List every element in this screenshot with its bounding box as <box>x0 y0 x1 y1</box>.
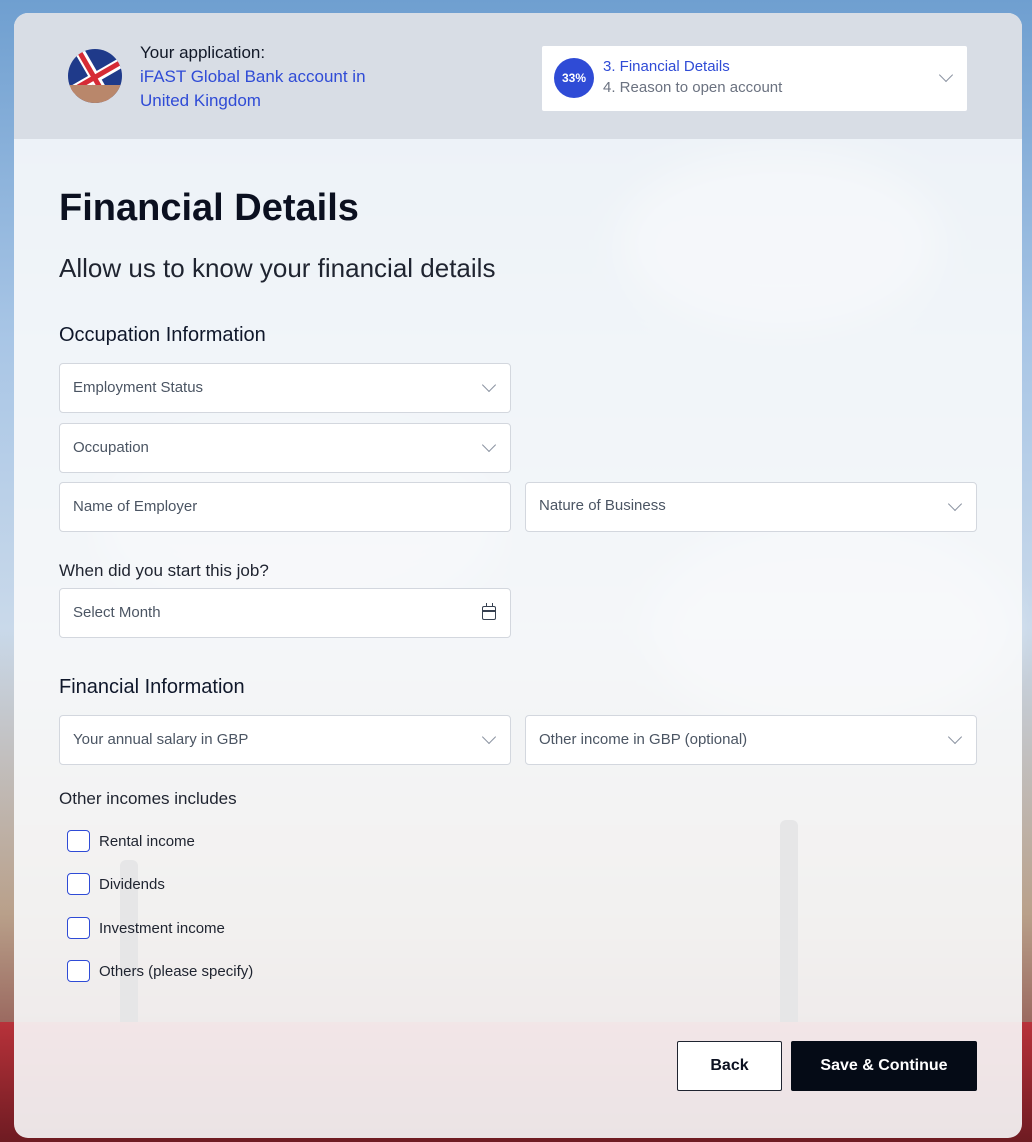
employer-name-placeholder: Name of Employer <box>73 498 198 515</box>
calendar-icon[interactable] <box>482 603 496 620</box>
occupation-placeholder: Occupation <box>73 439 149 456</box>
chevron-down-icon <box>481 437 497 453</box>
checkbox-label: Rental income <box>99 832 195 850</box>
other-income-select[interactable]: Other income in GBP (optional) <box>525 715 977 765</box>
annual-salary-placeholder: Your annual salary in GBP <box>73 731 249 748</box>
occupation-select[interactable]: Occupation <box>59 423 511 473</box>
checkbox-box[interactable] <box>67 917 90 939</box>
checkbox-box[interactable] <box>67 830 90 852</box>
checkbox-dividends[interactable]: Dividends <box>67 872 165 896</box>
application-header: Your application: iFAST Global Bank acco… <box>14 13 1022 139</box>
other-incomes-label: Other incomes includes <box>59 789 237 808</box>
checkbox-label: Investment income <box>99 919 225 937</box>
employer-name-input[interactable]: Name of Employer <box>59 482 511 532</box>
job-start-question: When did you start this job? <box>59 561 269 580</box>
chevron-down-icon <box>947 729 963 745</box>
application-label: Your application: <box>140 43 266 62</box>
checkbox-label: Others (please specify) <box>99 962 254 980</box>
current-step-label: 3. Financial Details <box>603 58 730 75</box>
select-month-placeholder: Select Month <box>73 604 161 621</box>
application-name-link[interactable]: iFAST Global Bank account in United King… <box>140 65 380 113</box>
nature-of-business-placeholder: Nature of Business <box>539 497 666 514</box>
nature-of-business-select[interactable]: Nature of Business <box>525 482 977 532</box>
checkbox-box[interactable] <box>67 873 90 895</box>
back-button[interactable]: Back <box>677 1041 782 1091</box>
checkbox-rental-income[interactable]: Rental income <box>67 829 195 853</box>
employment-status-select[interactable]: Employment Status <box>59 363 511 413</box>
checkbox-investment-income[interactable]: Investment income <box>67 916 225 940</box>
checkbox-box[interactable] <box>67 960 90 982</box>
uk-flag-icon <box>68 49 122 103</box>
financial-section-title: Financial Information <box>59 676 245 698</box>
occupation-section-title: Occupation Information <box>59 324 266 346</box>
page-title: Financial Details <box>59 187 359 229</box>
employment-status-placeholder: Employment Status <box>73 379 204 396</box>
progress-percent-badge: 33% <box>554 58 594 98</box>
progress-step-dropdown[interactable]: 33% 3. Financial Details 4. Reason to op… <box>542 46 967 111</box>
chevron-down-icon <box>481 729 497 745</box>
next-step-label: 4. Reason to open account <box>603 79 783 96</box>
page-subtitle: Allow us to know your financial details <box>59 253 496 283</box>
chevron-down-icon <box>481 377 497 393</box>
chevron-down-icon <box>938 67 954 83</box>
annual-salary-select[interactable]: Your annual salary in GBP <box>59 715 511 765</box>
job-start-month-picker[interactable]: Select Month <box>59 588 511 638</box>
other-income-placeholder: Other income in GBP (optional) <box>539 731 748 748</box>
checkbox-label: Dividends <box>99 875 165 893</box>
chevron-down-icon <box>947 496 963 512</box>
checkbox-others[interactable]: Others (please specify) <box>67 959 253 983</box>
application-card: Your application: iFAST Global Bank acco… <box>14 13 1022 1138</box>
save-continue-button[interactable]: Save & Continue <box>791 1041 977 1091</box>
